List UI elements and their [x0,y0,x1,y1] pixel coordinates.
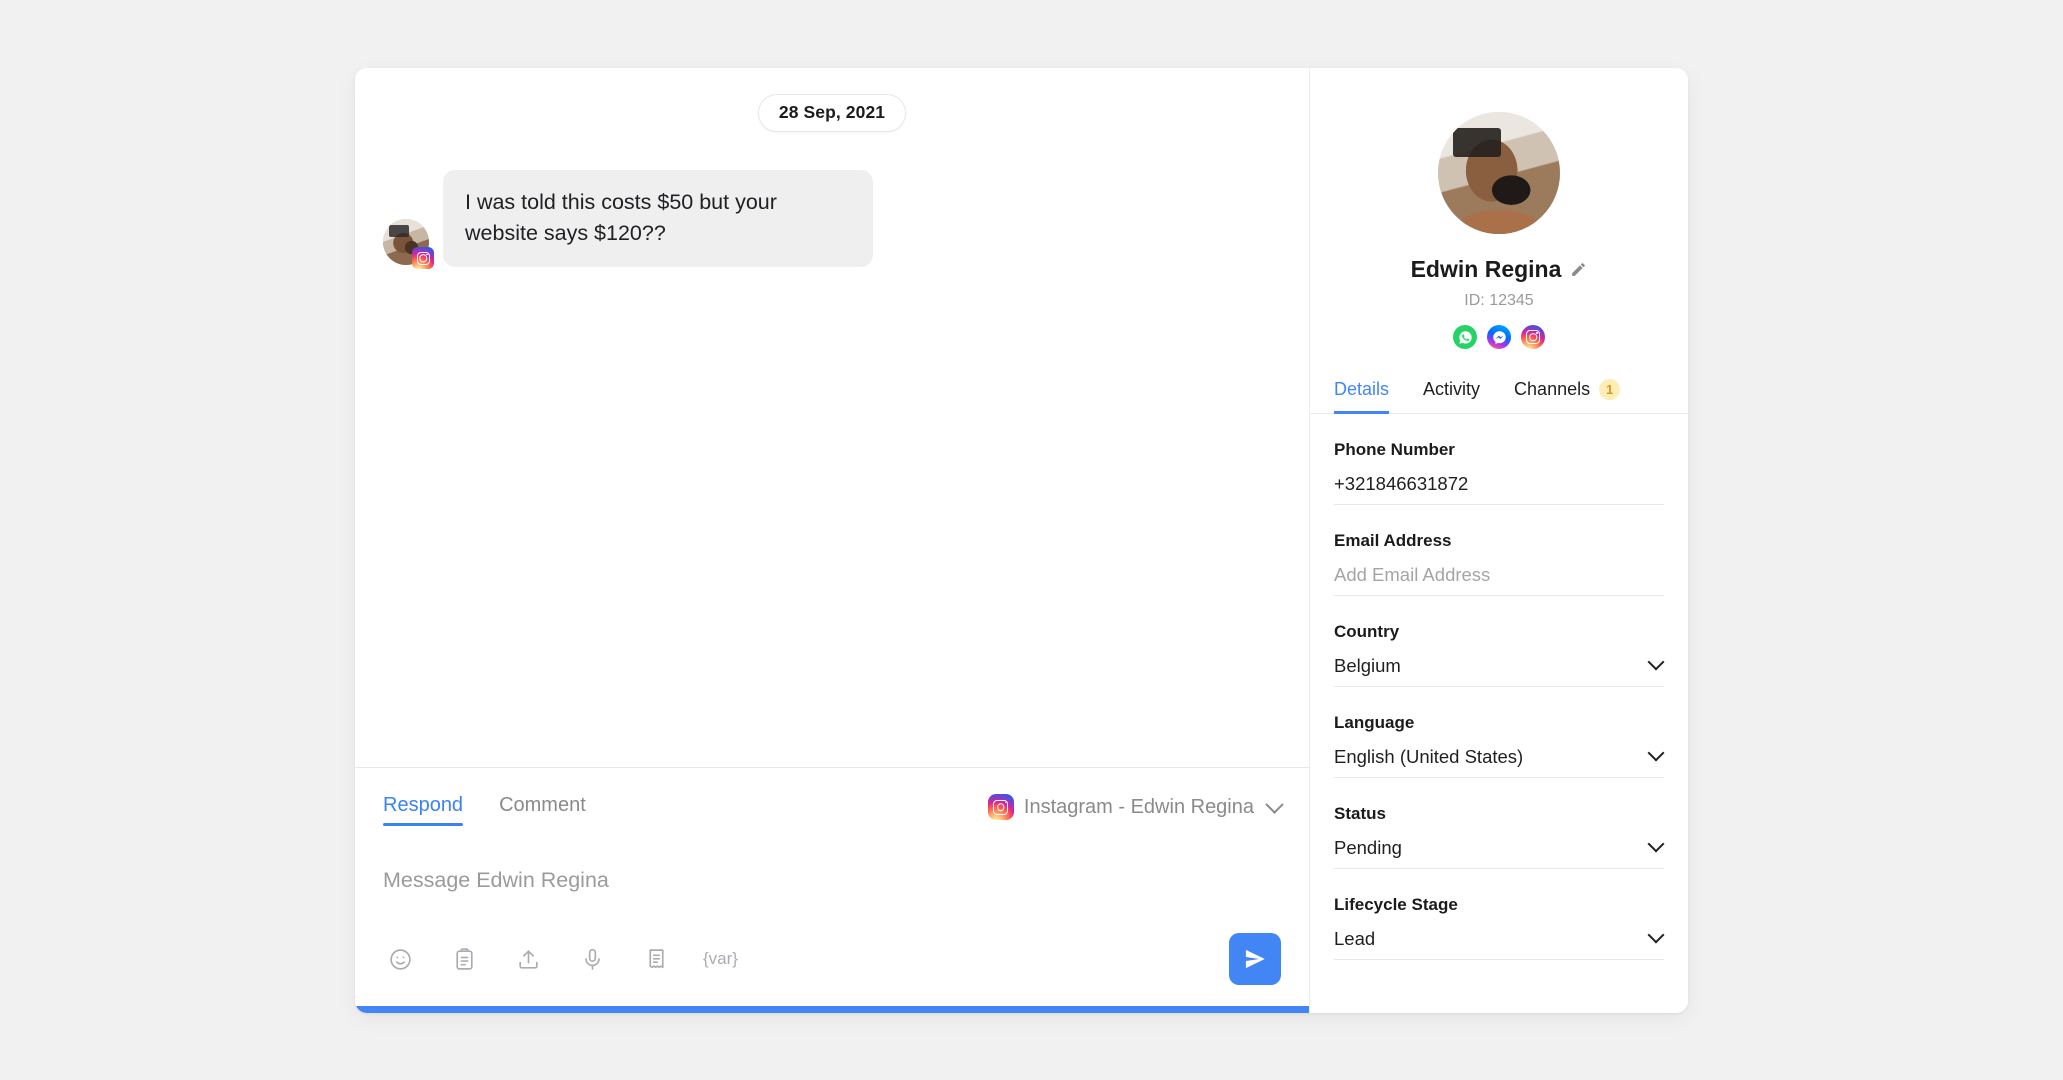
instagram-glyph [1526,330,1540,344]
message-input-area[interactable]: Message Edwin Regina [383,838,1281,921]
channel-selector-label: Instagram - Edwin Regina [1023,795,1254,818]
field-phone-number: Phone Number +321846631872 [1334,414,1664,505]
message-bubble: I was told this costs $50 but your websi… [443,170,873,268]
profile-name-row: Edwin Regina [1411,256,1588,283]
field-lifecycle-stage: Lifecycle Stage Lead [1334,869,1665,960]
composer-accent-bar [355,1006,1309,1013]
tab-channels-label: Channels [1514,379,1591,399]
field-label: Phone Number [1334,440,1455,459]
message-composer: Respond Comment Instagram - Edwin Regina… [355,767,1309,1013]
field-label: Status [1334,804,1386,823]
clipboard-icon[interactable] [447,942,481,976]
country-value[interactable]: Belgium [1334,655,1664,677]
profile-tabs: Details Activity Channels 1 [1310,379,1688,414]
instagram-icon [987,794,1014,820]
field-email-address: Email Address Add Email Address [1334,505,1664,596]
profile-header: Edwin Regina ID: 12345 [1310,68,1688,349]
contact-profile-pane: Edwin Regina ID: 12345 Details Activity … [1310,68,1688,1013]
tab-activity[interactable]: Activity [1423,379,1480,413]
instagram-icon[interactable] [1521,325,1545,349]
status-badge: 1 [1599,379,1621,400]
messages-area: 28 Sep, 2021 I was told this costs $50 b… [355,68,1309,767]
phone-number-value[interactable]: +321846631872 [1334,473,1664,495]
tab-comment[interactable]: Comment [499,794,586,826]
field-country: Country Belgium [1334,596,1665,687]
whatsapp-icon[interactable] [1453,325,1477,349]
pencil-icon[interactable] [1570,261,1587,278]
composer-header: Respond Comment Instagram - Edwin Regina [383,768,1284,838]
inbox-card: 28 Sep, 2021 I was told this costs $50 b… [355,68,1688,1013]
contact-id: ID: 12345 [1464,292,1534,309]
field-label: Email Address [1334,531,1452,550]
send-button[interactable] [1229,933,1281,985]
channel-selector[interactable]: Instagram - Edwin Regina [987,794,1284,826]
instagram-icon [412,247,434,270]
profile-fields: Phone Number +321846631872 Email Address… [1310,414,1688,1013]
tab-activity-label: Activity [1423,379,1481,399]
tab-details[interactable]: Details [1334,379,1390,414]
field-label: Country [1334,622,1400,641]
variable-icon[interactable]: {var} [703,949,738,969]
field-language: Language English (United States) [1334,687,1665,778]
microphone-icon[interactable] [575,942,609,976]
tab-details-label: Details [1334,379,1390,399]
field-status: Status Pending [1334,778,1665,869]
email-field[interactable]: Add Email Address [1334,564,1664,586]
message-input-placeholder: Message Edwin Regina [383,868,609,892]
field-label: Lifecycle Stage [1334,895,1458,914]
page-title: Edwin Regina [1410,256,1562,282]
date-divider-row: 28 Sep, 2021 [355,94,1309,132]
emoji-icon[interactable] [383,942,417,976]
status-value[interactable]: Pending [1334,837,1664,859]
field-label: Language [1334,713,1415,732]
note-icon[interactable] [639,942,673,976]
composer-tabs: Respond Comment [383,794,586,826]
language-value[interactable]: English (United States) [1334,746,1664,768]
instagram-glyph [416,251,430,265]
message-avatar [383,219,434,270]
upload-icon[interactable] [511,942,545,976]
chevron-down-icon [1265,794,1284,814]
instagram-glyph [993,799,1009,815]
avatar [1438,112,1560,234]
lifecycle-stage-value[interactable]: Lead [1334,928,1664,950]
composer-tool-icons: {var} [383,942,738,976]
message-row: I was told this costs $50 but your websi… [355,170,1309,270]
date-divider-pill: 28 Sep, 2021 [757,94,907,132]
profile-channel-icons [1453,325,1545,349]
conversation-pane: 28 Sep, 2021 I was told this costs $50 b… [355,68,1310,1013]
tab-channels[interactable]: Channels 1 [1514,379,1621,413]
tab-respond[interactable]: Respond [383,794,464,826]
composer-toolbar: {var} [383,921,1281,1013]
messenger-icon[interactable] [1487,325,1511,349]
app-root: 28 Sep, 2021 I was told this costs $50 b… [0,0,2063,1080]
